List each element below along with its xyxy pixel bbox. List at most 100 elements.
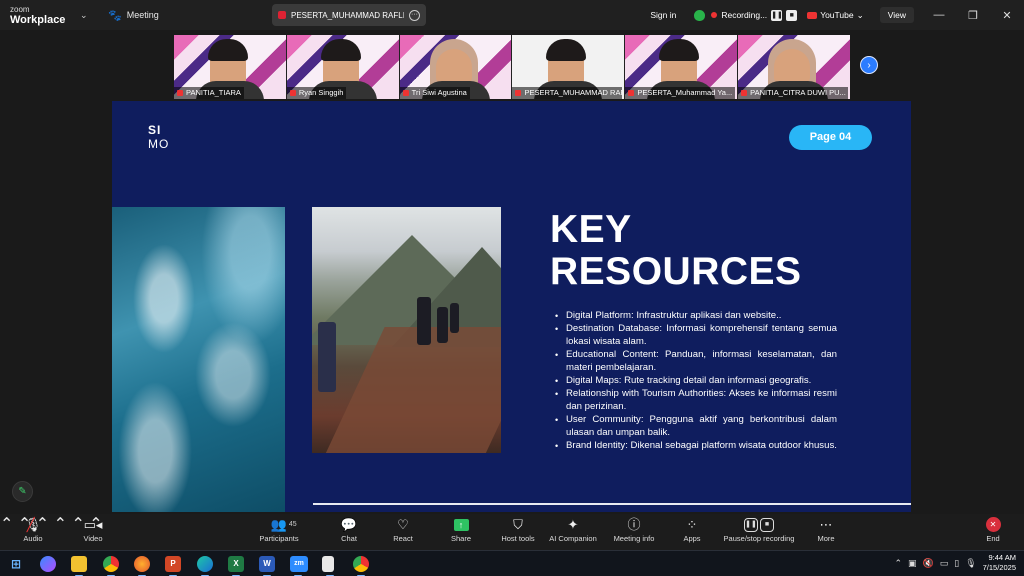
heading-line-1: KEY	[550, 208, 632, 251]
list-item: Digital Maps: Rute tracking detail dan i…	[555, 374, 837, 388]
microphone-icon[interactable]: 🎙	[965, 558, 976, 569]
audio-options-chevron-icon[interactable]: ⌃	[0, 516, 13, 533]
volume-muted-icon[interactable]: 🔇	[923, 558, 934, 569]
react-button[interactable]: ♡ React	[391, 516, 415, 548]
copilot-icon[interactable]	[40, 556, 56, 572]
chat-button[interactable]: 💬 Chat	[338, 516, 360, 548]
resources-list: Digital Platform: Infrastruktur aplikasi…	[555, 309, 837, 453]
hiking-photo	[312, 207, 501, 453]
end-meeting-button[interactable]: ✕ End	[983, 516, 1003, 548]
screen-share-tab[interactable]: PESERTA_MUHAMMAD RAFLI's sc ···	[272, 4, 426, 26]
shield-icon: ⛉	[513, 517, 523, 532]
zoom-taskbar-icon[interactable]: zm	[290, 556, 308, 576]
heading-line-2: RESOURCES	[550, 250, 802, 293]
ai-companion-button[interactable]: ✦ AI Companion	[547, 516, 599, 548]
system-tray: ⌃ ▣ 🔇 ▭ ▯ 🎙 9:44 AM 7/15/2025	[894, 553, 1016, 573]
logo-line-1: SI	[148, 123, 162, 137]
apps-icon: ⁘	[686, 517, 698, 532]
muted-mic-icon	[289, 90, 296, 96]
pause-stop-label: Pause/stop recording	[723, 534, 795, 543]
ocean-photo	[112, 207, 285, 512]
end-label: End	[986, 534, 1000, 543]
chevron-down-icon[interactable]: ⌄	[80, 10, 100, 21]
firefox-icon[interactable]	[134, 556, 150, 576]
close-icon[interactable]: ✕	[990, 9, 1024, 22]
chat-bubble-icon: 💬	[340, 517, 358, 532]
windows-taskbar: ⊞ P X W zm ⌃ ▣ 🔇 ▭ ▯ 🎙 9:44 AM 7/15/2025	[0, 550, 1024, 576]
minimize-icon[interactable]: —	[922, 9, 956, 22]
paw-icon: 🐾	[108, 9, 122, 22]
battery-icon[interactable]: ▯	[954, 558, 959, 569]
more-options-icon[interactable]: ···	[409, 9, 420, 21]
meeting-info-button[interactable]: ⓘ Meeting info	[611, 516, 657, 548]
participants-label: Participants	[259, 534, 299, 543]
share-flag-icon	[278, 11, 286, 19]
encryption-shield-icon[interactable]	[694, 9, 706, 21]
muted-mic-icon	[741, 90, 748, 96]
youtube-icon	[807, 11, 818, 19]
apps-button[interactable]: ⁘ Apps	[681, 516, 703, 548]
video-tile[interactable]: PANITIA_CITRA DUWI PU...	[738, 35, 850, 99]
sparkle-icon: ✦	[567, 517, 579, 532]
notepad-icon[interactable]	[322, 556, 334, 576]
sign-in-button[interactable]: Sign in	[650, 10, 676, 20]
edge-icon[interactable]	[197, 556, 213, 576]
video-tile[interactable]: PESERTA_Muhammad Ya...	[625, 35, 738, 99]
list-item: Destination Database: Informasi komprehe…	[555, 322, 837, 348]
ai-companion-label: AI Companion	[549, 534, 597, 543]
participant-name: PANITIA_TIARA	[174, 87, 244, 99]
list-item: User Community: Pengguna aktif yang berk…	[555, 413, 837, 439]
pause-recording-icon[interactable]: ❚❚	[771, 9, 783, 21]
audio-button[interactable]: 🎙 ╱ Audio	[20, 516, 46, 548]
meeting-toolbar: 🎙 ╱ Audio ⌃ ▭◂ Video ⌃ 👥 45 Participants ⌃…	[0, 514, 1024, 550]
stop-recording-icon[interactable]: ■	[786, 9, 798, 21]
video-label: Video	[83, 534, 103, 543]
more-label: More	[817, 534, 835, 543]
restore-icon[interactable]: ❐	[956, 9, 990, 22]
clock[interactable]: 9:44 AM 7/15/2025	[983, 553, 1016, 573]
meeting-label: Meeting	[126, 10, 159, 20]
windows-start-icon[interactable]: ⊞	[8, 556, 24, 572]
video-tile[interactable]: Tri Siwi Agustina	[399, 35, 512, 99]
chrome-icon[interactable]	[103, 556, 119, 576]
gallery-next-icon[interactable]: ›	[860, 56, 878, 74]
excel-icon[interactable]: X	[228, 556, 244, 576]
chevron-up-icon[interactable]: ⌃	[894, 558, 902, 569]
view-button[interactable]: View	[879, 7, 914, 23]
active-speaker-tile[interactable]: PESERTA_MUHAMMAD RAFLI	[512, 35, 625, 99]
participant-name: PESERTA_MUHAMMAD RAFLI	[512, 87, 623, 99]
recording-controls-icon: ❚❚ ■	[744, 518, 774, 532]
share-tab-label: PESERTA_MUHAMMAD RAFLI's sc	[291, 10, 404, 20]
pause-stop-recording-button[interactable]: ❚❚ ■ Pause/stop recording	[720, 516, 798, 548]
muted-mic-icon	[515, 90, 522, 96]
chrome-icon[interactable]	[353, 556, 369, 576]
chat-options-chevron-icon[interactable]: ⌃	[54, 516, 67, 533]
more-dots-icon: ⋯	[819, 517, 833, 532]
file-explorer-icon[interactable]	[71, 556, 87, 576]
page-badge: Page 04	[789, 125, 872, 150]
meeting-info-label: Meeting info	[613, 534, 655, 543]
participant-name: Ryan Singgih	[286, 87, 347, 99]
network-icon[interactable]: ▭	[940, 558, 949, 569]
meeting-tab[interactable]: 🐾 Meeting	[108, 9, 258, 22]
youtube-livestream-button[interactable]: YouTube ⌄	[807, 10, 864, 21]
participants-count: 45	[288, 521, 297, 528]
participants-button[interactable]: 👥 45 Participants	[258, 516, 300, 548]
powerpoint-icon[interactable]: P	[165, 556, 181, 576]
video-button[interactable]: ▭◂ Video	[80, 516, 106, 548]
list-item: Digital Platform: Infrastruktur aplikasi…	[555, 309, 837, 323]
annotate-pen-icon[interactable]: ✎	[12, 481, 33, 502]
slide-heading: KEY RESOURCES	[550, 209, 802, 293]
video-tile[interactable]: Ryan Singgih	[286, 35, 399, 99]
more-button[interactable]: ⋯ More	[815, 516, 837, 548]
word-icon[interactable]: W	[259, 556, 275, 576]
participant-name: PESERTA_Muhammad Ya...	[625, 87, 736, 99]
participant-gallery: PANITIA_TIARA Ryan Singgih Tri Siwi Agus…	[174, 35, 850, 99]
meet-now-icon[interactable]: ▣	[908, 558, 917, 569]
share-button[interactable]: ↑ Share	[449, 516, 473, 548]
share-label: Share	[450, 534, 471, 543]
audio-label: Audio	[23, 534, 43, 543]
brand-bottom: Workplace	[10, 14, 66, 26]
host-tools-button[interactable]: ⛉ Host tools	[498, 516, 538, 548]
video-tile[interactable]: PANITIA_TIARA	[174, 35, 286, 99]
